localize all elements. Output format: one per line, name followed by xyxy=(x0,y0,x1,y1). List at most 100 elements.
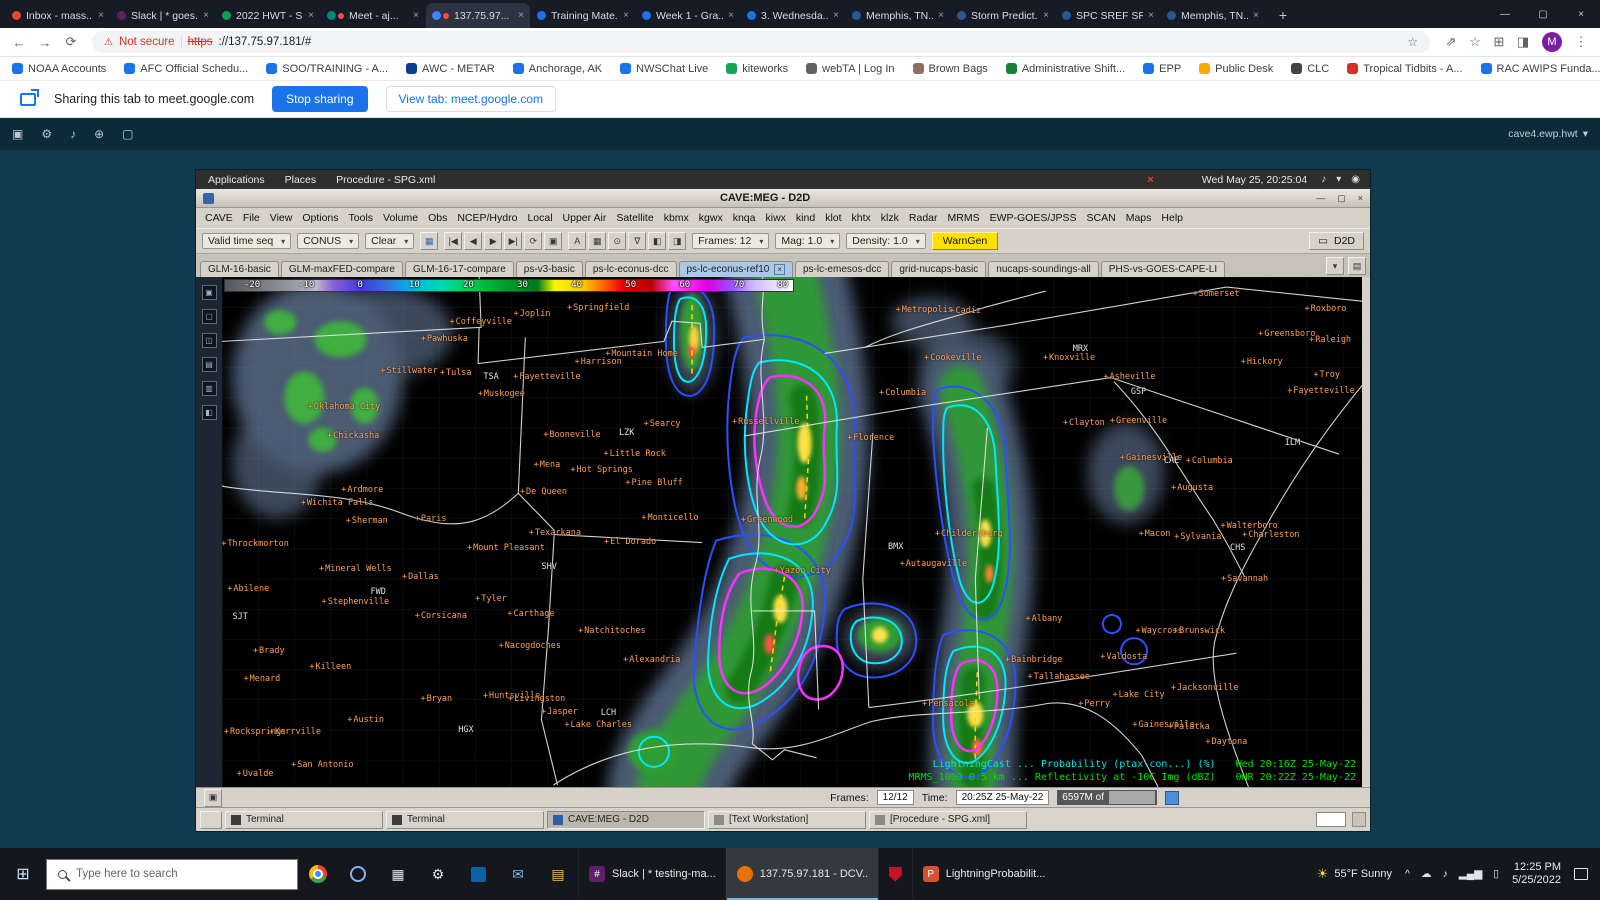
first-frame-button[interactable]: |◀ xyxy=(444,232,463,250)
cave-menu-item[interactable]: Help xyxy=(1156,210,1188,226)
browser-tab[interactable]: Meet - aj... × xyxy=(321,3,425,28)
window-list-item[interactable]: [Procedure - SPG.xml] xyxy=(869,810,1027,829)
browser-tab[interactable]: SPC SREF SRE... × xyxy=(1056,3,1160,28)
browser-tab[interactable]: Memphis, TN... × xyxy=(1161,3,1265,28)
trash-icon[interactable] xyxy=(1165,790,1179,805)
tab-layout-icon[interactable]: ▤ xyxy=(1348,257,1366,275)
cave-menu-item[interactable]: Obs xyxy=(423,210,452,226)
window-icon[interactable]: ▣ xyxy=(12,127,23,141)
forward-icon[interactable]: → xyxy=(34,31,56,53)
browser-tab[interactable]: Storm Predict... × xyxy=(951,3,1055,28)
bookmark-item[interactable]: Administrative Shift... xyxy=(1005,63,1125,75)
pane-icon-3[interactable]: ◫ xyxy=(201,333,217,348)
window-list-item[interactable]: CAVE:MEG - D2D xyxy=(547,810,705,829)
cave-display-tab[interactable]: ps-v3-basic xyxy=(515,261,583,277)
valid-time-combo[interactable]: Valid time seq ▾ xyxy=(202,233,292,249)
browser-tab[interactable]: Inbox - mass... × xyxy=(6,3,110,28)
new-tab-button[interactable]: + xyxy=(1271,3,1295,27)
pane-icon-1[interactable]: ▣ xyxy=(201,285,217,300)
step-forward-button[interactable]: ▶ xyxy=(484,232,503,250)
cave-display-tab[interactable]: GLM-16-17-compare xyxy=(404,261,514,277)
tab-close-icon[interactable]: × xyxy=(1043,10,1049,21)
step-back-button[interactable]: ◀ xyxy=(464,232,483,250)
browser-tab[interactable]: Memphis, TN... × xyxy=(846,3,950,28)
store-icon[interactable] xyxy=(458,848,498,900)
tab-close-icon[interactable]: × xyxy=(413,10,419,21)
density-combo[interactable]: Density: 1.0 ▾ xyxy=(846,233,926,249)
volume-icon[interactable]: ♪ xyxy=(1321,174,1326,185)
cave-menu-item[interactable]: Maps xyxy=(1121,210,1157,226)
workspace-pager[interactable] xyxy=(1316,812,1346,827)
window-maximize-button[interactable]: ▢ xyxy=(1524,0,1562,28)
cortana-icon[interactable] xyxy=(338,848,378,900)
browser-tab[interactable]: 2022 HWT - S... × xyxy=(216,3,320,28)
chevron-down-icon[interactable]: ▾ xyxy=(1336,174,1341,185)
sample-tool-icon[interactable]: A xyxy=(568,232,587,250)
points-tool-icon[interactable]: ⊙ xyxy=(608,232,627,250)
bookmark-item[interactable]: NWSChat Live xyxy=(620,63,708,75)
window-list-item[interactable]: Terminal xyxy=(386,810,544,829)
taskbar-weather[interactable]: ☀ 55°F Sunny xyxy=(1317,866,1392,882)
tab-close-icon[interactable]: × xyxy=(308,10,314,21)
view-tab-button[interactable]: View tab: meet.google.com xyxy=(385,86,557,112)
bookmark-item[interactable]: webTA | Log In xyxy=(806,63,895,75)
tab-close-icon[interactable]: × xyxy=(518,10,524,21)
mail-icon[interactable]: ✉ xyxy=(498,848,538,900)
window-minimize-button[interactable]: — xyxy=(1486,0,1524,28)
image-properties-icon[interactable]: ▦ xyxy=(588,232,607,250)
frames-combo[interactable]: Frames: 12 ▾ xyxy=(692,233,770,249)
tray-chevron-icon[interactable]: ^ xyxy=(1405,868,1410,880)
chrome-icon[interactable] xyxy=(298,848,338,900)
browser-tab[interactable]: Slack | * goes... × xyxy=(111,3,215,28)
cave-minimize-button[interactable]: — xyxy=(1316,193,1325,204)
cave-display-tab[interactable]: nucaps-soundings-all xyxy=(988,261,1099,277)
cave-menu-item[interactable]: klzk xyxy=(876,210,904,226)
cave-menu-item[interactable]: SCAN xyxy=(1082,210,1121,226)
cave-display-tab[interactable]: PHS-vs-GOES-CAPE-LI xyxy=(1100,261,1226,277)
cave-menu-item[interactable]: Local xyxy=(522,210,557,226)
cave-menu-item[interactable]: Volume xyxy=(378,210,423,226)
radar-map-display[interactable]: +Coffeyville +Joplin +Springfield +Metropol… xyxy=(222,277,1362,787)
cave-menu-item[interactable]: klot xyxy=(820,210,846,226)
cave-close-button[interactable]: × xyxy=(1358,193,1363,204)
d2d-perspective-button[interactable]: ▭ D2D xyxy=(1309,232,1364,250)
taskbar-search[interactable]: Type here to search xyxy=(46,858,298,890)
dcv-session-selector[interactable]: cave4.ewp.hwt ▾ xyxy=(1508,128,1588,140)
cave-menu-item[interactable]: File xyxy=(238,210,265,226)
power-icon[interactable]: ◉ xyxy=(1351,174,1360,185)
bookmark-item[interactable]: Anchorage, AK xyxy=(512,63,602,75)
legend-lightningcast[interactable]: LightningCast ... Probability (ptax-con.… xyxy=(933,759,1216,770)
tab-close-icon[interactable]: × xyxy=(1148,10,1154,21)
cave-menu-item[interactable]: Tools xyxy=(344,210,379,226)
single-panel-icon[interactable]: ◧ xyxy=(648,232,667,250)
start-button[interactable]: ⊞ xyxy=(0,848,46,900)
reload-icon[interactable]: ⟳ xyxy=(60,31,82,53)
display-icon[interactable]: ▢ xyxy=(122,127,133,141)
legend-mrms[interactable]: MRMS_1000 0.5 km ... Reflectivity at -10… xyxy=(909,772,1216,783)
last-frame-button[interactable]: ▶| xyxy=(504,232,523,250)
profile-avatar[interactable]: M xyxy=(1542,32,1562,52)
cave-menu-item[interactable]: knqa xyxy=(728,210,761,226)
cave-menu-item[interactable]: Satellite xyxy=(611,210,658,226)
cave-display-tab[interactable]: GLM-maxFED-compare xyxy=(280,261,403,277)
network-icon[interactable]: ▂▄▆ xyxy=(1459,868,1483,880)
side-panel-icon[interactable]: ◨ xyxy=(1512,31,1534,53)
browser-tab[interactable]: 137.75.97... × xyxy=(426,3,530,28)
onedrive-icon[interactable]: ☁ xyxy=(1421,868,1432,880)
cave-display-tab[interactable]: ps-lc-econus-dcc xyxy=(584,261,677,277)
scale-combo[interactable]: CONUS ▾ xyxy=(297,233,360,249)
taskbar-app-slack[interactable]: # Slack | * testing-ma... xyxy=(578,848,726,900)
address-bar[interactable]: ⚠ Not secure https ://137.75.97.181/# ☆ xyxy=(92,31,1430,53)
mag-combo[interactable]: Mag: 1.0 ▾ xyxy=(775,233,841,249)
gnome-clock[interactable]: Wed May 25, 20:25:04 xyxy=(1202,174,1307,186)
taskbar-app-dcv[interactable]: 137.75.97.181 - DCV... xyxy=(725,848,878,900)
tab-overflow-icon[interactable]: ▾ xyxy=(1326,257,1344,275)
settings-gear-icon[interactable]: ⚙ xyxy=(41,127,52,141)
cave-menu-item[interactable]: kbmx xyxy=(659,210,694,226)
gnome-menu-item[interactable]: Procedure - SPG.xml xyxy=(334,174,437,186)
cave-menu-item[interactable]: Radar xyxy=(904,210,943,226)
cave-display-tab[interactable]: GLM-16-basic xyxy=(200,261,279,277)
back-icon[interactable]: ← xyxy=(8,31,30,53)
task-view-icon[interactable]: ▦ xyxy=(378,848,418,900)
cave-menu-item[interactable]: CAVE xyxy=(200,210,238,226)
